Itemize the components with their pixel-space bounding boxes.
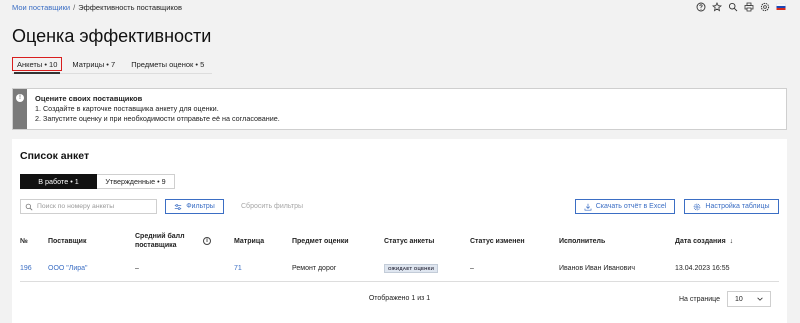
filters-label: Фильтры bbox=[186, 203, 215, 210]
breadcrumb: Мои поставщики / Эффективность поставщиков bbox=[12, 3, 182, 12]
table-settings-label: Настройка таблицы bbox=[705, 203, 770, 210]
top-icons bbox=[696, 2, 786, 12]
status-segmented-control: В работе • 1 Утвержденные • 9 bbox=[20, 174, 175, 189]
breadcrumb-separator: / bbox=[73, 3, 76, 12]
col-header-supplier[interactable]: Поставщик bbox=[48, 225, 135, 257]
cell-subject: Ремонт дорог bbox=[292, 257, 384, 282]
help-icon[interactable] bbox=[696, 2, 706, 12]
search-icon bbox=[25, 203, 33, 210]
tab-active-indicator bbox=[14, 72, 60, 74]
col-header-matrix[interactable]: Матрица bbox=[234, 225, 292, 257]
info-icon: ! bbox=[16, 94, 24, 102]
records-count: Отображено 1 из 1 bbox=[368, 295, 431, 302]
tabs: Анкеты • 10 Матрицы • 7 Предметы оценок … bbox=[12, 57, 214, 71]
reset-filters-link[interactable]: Сбросить фильтры bbox=[241, 203, 303, 210]
download-excel-button[interactable]: Скачать отчёт в Excel bbox=[575, 199, 675, 214]
col-header-created[interactable]: Дата создания ↓ bbox=[675, 225, 779, 257]
top-bar: Мои поставщики / Эффективность поставщиков bbox=[0, 0, 800, 16]
table-row[interactable]: 196 ООО "Лира" – 71 Ремонт дорог ОЖИДАЕТ… bbox=[20, 257, 779, 282]
cell-score: – bbox=[135, 257, 234, 282]
col-header-score-label: Средний балл поставщика bbox=[135, 233, 185, 249]
gear-icon bbox=[694, 203, 701, 210]
notice-bar: ! bbox=[13, 89, 27, 129]
status-badge: ОЖИДАЕТ ОЦЕНКИ bbox=[384, 264, 439, 274]
supplier-link[interactable]: ООО "Лира" bbox=[48, 265, 88, 272]
matrix-link[interactable]: 71 bbox=[234, 265, 242, 272]
cell-executor: Иванов Иван Иванович bbox=[559, 257, 675, 282]
per-page-label: На странице bbox=[679, 296, 720, 303]
per-page-select[interactable]: 10 bbox=[727, 291, 771, 307]
search-icon[interactable] bbox=[728, 2, 738, 12]
chevron-down-icon bbox=[756, 295, 764, 305]
page-title: Оценка эффективности bbox=[12, 26, 212, 46]
tab-questionnaires[interactable]: Анкеты • 10 bbox=[12, 57, 63, 71]
questionnaire-list-card: Список анкет В работе • 1 Утвержденные •… bbox=[12, 139, 787, 323]
flag-ru-icon[interactable] bbox=[776, 2, 786, 12]
col-header-status[interactable]: Статус анкеты bbox=[384, 225, 470, 257]
star-icon[interactable] bbox=[712, 2, 722, 12]
sort-descending-icon[interactable]: ↓ bbox=[730, 237, 734, 246]
download-icon bbox=[584, 203, 592, 211]
tab-evaluation-subjects[interactable]: Предметы оценок • 5 bbox=[125, 57, 210, 71]
notice-line: 2. Запустите оценку и при необходимости … bbox=[35, 114, 280, 123]
col-header-score[interactable]: Средний балл поставщика i bbox=[135, 225, 234, 257]
segment-approved[interactable]: Утвержденные • 9 bbox=[97, 174, 175, 189]
cell-status-changed: – bbox=[470, 257, 559, 282]
questionnaire-table: № Поставщик Средний балл поставщика i Мат… bbox=[20, 225, 779, 282]
filters-button[interactable]: Фильтры bbox=[165, 199, 224, 214]
list-title: Список анкет bbox=[20, 150, 90, 162]
search-field bbox=[20, 199, 157, 214]
info-icon[interactable]: i bbox=[203, 237, 211, 245]
table-header-row: № Поставщик Средний балл поставщика i Мат… bbox=[20, 225, 779, 257]
notice-line: 1. Создайте в карточке поставщика анкету… bbox=[35, 104, 219, 113]
notice-title: Оцените своих поставщиков bbox=[35, 94, 143, 103]
table-settings-button[interactable]: Настройка таблицы bbox=[684, 199, 779, 214]
sliders-icon bbox=[175, 203, 182, 210]
info-notice: ! Оцените своих поставщиков 1. Создайте … bbox=[12, 88, 787, 130]
breadcrumb-current: Эффективность поставщиков bbox=[78, 3, 182, 12]
settings-icon[interactable] bbox=[760, 2, 770, 12]
download-excel-label: Скачать отчёт в Excel bbox=[595, 203, 667, 210]
segment-in-progress[interactable]: В работе • 1 bbox=[20, 174, 97, 189]
col-header-executor[interactable]: Исполнитель bbox=[559, 225, 675, 257]
breadcrumb-root-link[interactable]: Мои поставщики bbox=[12, 3, 70, 12]
search-input[interactable] bbox=[37, 203, 155, 210]
questionnaire-number-link[interactable]: 196 bbox=[20, 265, 32, 272]
per-page-value: 10 bbox=[735, 295, 743, 303]
print-icon[interactable] bbox=[744, 2, 754, 12]
col-header-status-changed[interactable]: Статус изменен bbox=[470, 225, 559, 257]
tab-matrices[interactable]: Матрицы • 7 bbox=[66, 57, 121, 71]
cell-created: 13.04.2023 16:55 bbox=[675, 257, 779, 282]
col-header-subject[interactable]: Предмет оценки bbox=[292, 225, 384, 257]
col-header-number[interactable]: № bbox=[20, 225, 48, 257]
col-header-created-label: Дата создания bbox=[675, 237, 726, 245]
